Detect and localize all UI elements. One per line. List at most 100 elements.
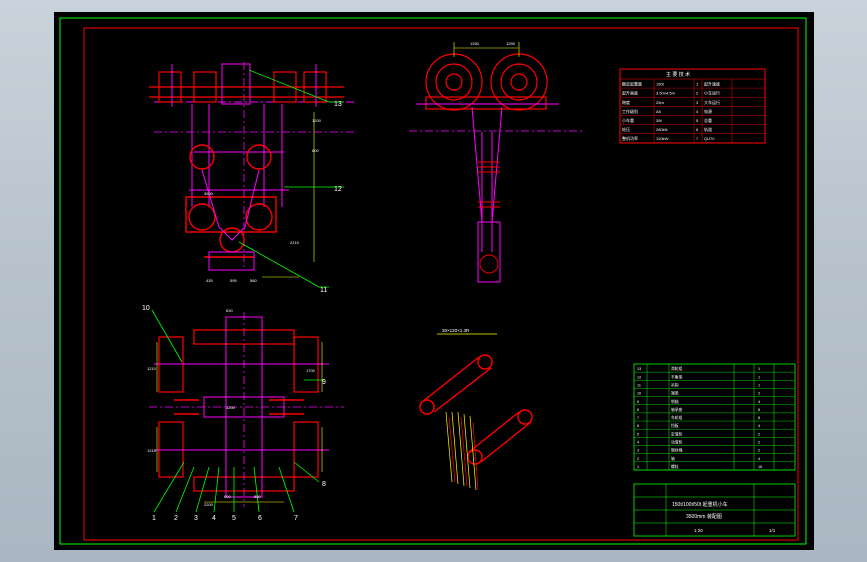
spec-cell: 大车运行 [704, 99, 720, 105]
spec-cell: 总重 [704, 117, 712, 123]
parts-cell: 4 [758, 400, 760, 404]
spec-cell: 2 [696, 91, 699, 96]
parts-cell: 挡板 [671, 423, 679, 428]
parts-cell: 3 [637, 449, 639, 453]
parts-cell: 8 [637, 408, 639, 412]
parts-cell: 2 [637, 457, 639, 461]
spec-cell: 起升速度 [704, 81, 720, 87]
title-block-scale: 1:20 [694, 528, 703, 533]
view-top-elevation [149, 62, 354, 288]
dim-label: 1250 [506, 41, 516, 46]
title-block-sheet: 1/1 [769, 528, 776, 533]
balloon-label: 2 [174, 515, 178, 522]
balloon-label: 3 [194, 515, 198, 522]
parts-cell: 2 [758, 449, 760, 453]
spec-cell: A5 [656, 109, 662, 114]
parts-cell: 2 [758, 392, 760, 396]
dim-label: 800 [254, 494, 261, 499]
spec-cell: 35t [656, 118, 662, 123]
spec-cell: 工作级别 [622, 108, 638, 114]
spec-cell: 150t [656, 82, 665, 87]
drawing-canvas: 主 要 技 术 额定起重量 150t 1 起升速度起升高度 3.5m/4.5m 2 小车运行… [59, 17, 807, 545]
balloon-label: 11 [320, 287, 327, 294]
parts-cell: 10 [637, 392, 641, 396]
view-detail [419, 333, 533, 491]
spec-cell: 1 [696, 82, 699, 87]
dim-label: 580 [250, 278, 257, 283]
parts-cell: 4 [758, 457, 760, 461]
title-block-subtitle: 3500mm 装配图 [686, 513, 722, 520]
parts-cell: 1 [637, 465, 639, 469]
balloon-label: 4 [212, 515, 216, 522]
parts-cell: 5 [637, 432, 639, 436]
dim-label: 1250 [470, 41, 480, 46]
spec-cell: 5 [696, 118, 699, 123]
spec-cell: 280kN [656, 127, 668, 132]
spec-cell: 6 [696, 127, 699, 132]
parts-cell: 吊钩 [671, 382, 679, 387]
parts-cell: 1 [758, 367, 760, 371]
spec-cell: 7 [696, 136, 699, 141]
title-block-title: 150t/100t/50t 起重机小车 [672, 501, 728, 508]
parts-cell: 端梁 [671, 391, 679, 396]
spec-cell: 4 [696, 109, 699, 114]
parts-cell: 8 [758, 408, 760, 412]
spec-cell: 起升高度 [622, 90, 638, 96]
spec-cell: QU70 [704, 136, 715, 141]
parts-table: 13 滑轮组 112 平衡梁 111 吊钩 110 端梁 29 销轴 48 轴承座 87 车轮组 86 挡板 4… [633, 363, 796, 471]
view-plan [149, 309, 344, 513]
cad-viewport[interactable]: 主 要 技 术 额定起重量 150t 1 起升速度 起升高度 3.5m/4.5m 2 小车运行… [54, 12, 814, 550]
dim-label: 1210 [147, 366, 157, 371]
parts-cell: 1 [758, 383, 760, 387]
spec-table-rows: 额定起重量 150t 1 起升速度起升高度 3.5m/4.5m 2 小车运行跨度 25m 3 大车… [620, 81, 765, 143]
balloon-label: 9 [322, 379, 326, 386]
dim-label: 435 [206, 278, 213, 283]
parts-cell: 8 [758, 416, 760, 420]
balloon-label: 12 [334, 186, 342, 193]
dim-label: 1200 [312, 118, 322, 123]
balloon-label: 6 [258, 515, 262, 522]
detail-title: 30×120×1.3R [442, 328, 470, 333]
parts-cell: 2 [758, 441, 760, 445]
parts-cell: 7 [637, 416, 639, 420]
spec-cell: 小车重 [622, 117, 634, 123]
dim-label: 630 [226, 308, 233, 313]
dim-label: 595 [230, 278, 237, 283]
parts-cell: 11 [637, 383, 641, 387]
parts-cell: 定滑轮 [671, 431, 683, 436]
balloon-label: 13 [334, 101, 342, 108]
dim-label: 1700 [306, 368, 316, 373]
parts-cell: 螺栓 [671, 464, 679, 469]
spec-cell: 3.5m/4.5m [656, 91, 676, 96]
parts-cell: 轴 [671, 456, 675, 461]
parts-cell: 9 [637, 400, 639, 404]
parts-cell: 车轮组 [671, 415, 683, 420]
parts-cell: 4 [637, 441, 639, 445]
spec-cell: 120kW [656, 136, 669, 141]
view-side [409, 42, 584, 283]
parts-cell: 12 [637, 375, 641, 379]
parts-table-rows: 13 滑轮组 112 平衡梁 111 吊钩 110 端梁 29 销轴 48 轴承座 87 车轮组 86 挡板 4… [634, 366, 795, 471]
inner-frame [83, 27, 799, 541]
parts-cell: 销轴 [671, 399, 679, 404]
dim-label: 600 [224, 494, 231, 499]
balloon-label: 7 [294, 515, 298, 522]
title-block: 150t/100t/50t 起重机小车 3500mm 装配图 1:20 1/1 [633, 483, 796, 537]
parts-cell: 动滑轮 [671, 440, 683, 445]
parts-cell: 13 [637, 367, 641, 371]
spec-cell: 轨道 [704, 126, 712, 132]
spec-cell: 小车运行 [704, 90, 720, 96]
dim-label: 2200 [204, 502, 214, 507]
parts-cell: 16 [758, 465, 762, 469]
dim-label: 3600 [204, 191, 214, 196]
dim-label: 3200 [226, 405, 236, 410]
dim-label: 1210 [147, 448, 157, 453]
spec-table-title: 主 要 技 术 [666, 71, 690, 78]
parts-cell: 2 [758, 432, 760, 436]
parts-cell: 轴承座 [671, 407, 683, 412]
dim-label: 800 [312, 148, 319, 153]
parts-cell: 1 [758, 375, 760, 379]
balloon-label: 1 [152, 515, 156, 522]
parts-cell: 4 [758, 424, 760, 428]
spec-cell: 轮压 [622, 126, 630, 132]
